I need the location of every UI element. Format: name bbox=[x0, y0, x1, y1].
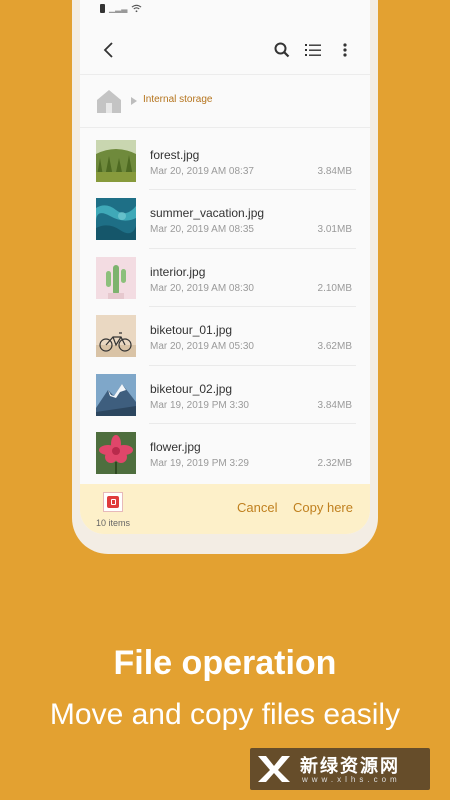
file-date: Mar 20, 2019 AM 05:30 bbox=[150, 341, 254, 353]
list-view-icon bbox=[305, 44, 321, 56]
file-size: 3.84MB bbox=[317, 399, 352, 411]
file-size: 2.10MB bbox=[317, 282, 352, 294]
file-name: biketour_01.jpg bbox=[150, 323, 233, 338]
clipboard-icon[interactable] bbox=[103, 492, 123, 512]
wifi-icon bbox=[132, 4, 142, 13]
file-row[interactable]: flower.jpg Mar 19, 2019 PM 3:29 2.32MB bbox=[80, 424, 370, 482]
more-options-button[interactable] bbox=[330, 28, 360, 72]
breadcrumb-internal-storage[interactable]: Internal storage bbox=[143, 94, 213, 105]
file-row[interactable]: summer_vacation.jpg Mar 20, 2019 AM 08:3… bbox=[80, 190, 370, 249]
watermark-logo bbox=[258, 756, 290, 782]
watermark: 新绿资源网 www.xlhs.com bbox=[250, 748, 430, 790]
search-icon bbox=[274, 42, 290, 58]
copy-here-button[interactable]: Copy here bbox=[293, 500, 353, 515]
bottom-action-bar: 10 items Cancel Copy here bbox=[80, 484, 370, 534]
cactus-thumbnail bbox=[96, 256, 136, 299]
arrow-left-icon bbox=[103, 42, 113, 58]
file-row[interactable]: interior.jpg Mar 20, 2019 AM 08:30 2.10M… bbox=[80, 249, 370, 308]
file-name: interior.jpg bbox=[150, 264, 206, 279]
file-size: 3.62MB bbox=[317, 341, 352, 353]
back-button[interactable] bbox=[94, 28, 124, 72]
toolbar bbox=[80, 28, 370, 72]
file-row[interactable]: forest.jpg Mar 20, 2019 AM 08:37 3.84MB bbox=[80, 132, 370, 191]
breadcrumb: Internal storage bbox=[80, 74, 370, 128]
bicycle-thumbnail bbox=[96, 315, 136, 358]
file-list: forest.jpg Mar 20, 2019 AM 08:37 3.84MB … bbox=[80, 132, 370, 482]
signal-icon: ▁▂▃ bbox=[109, 4, 128, 13]
breadcrumb-separator-icon bbox=[131, 97, 137, 105]
file-name: summer_vacation.jpg bbox=[150, 206, 265, 221]
items-count: 10 items bbox=[96, 518, 131, 528]
file-date: Mar 19, 2019 PM 3:29 bbox=[150, 457, 249, 469]
phone-screen: ▁▂▃ Internal storage forest.jpg Mar 20, … bbox=[80, 0, 370, 534]
watermark-url: www.xlhs.com bbox=[302, 775, 401, 784]
status-bar: ▁▂▃ bbox=[80, 0, 370, 22]
promo-title: File operation bbox=[113, 644, 337, 682]
file-name: forest.jpg bbox=[150, 148, 200, 162]
file-name: flower.jpg bbox=[150, 439, 201, 454]
file-row[interactable]: biketour_01.jpg Mar 20, 2019 AM 05:30 3.… bbox=[80, 307, 370, 366]
more-vertical-icon bbox=[343, 43, 347, 57]
file-size: 3.01MB bbox=[317, 224, 352, 236]
flower-thumbnail bbox=[96, 431, 136, 474]
file-date: Mar 20, 2019 AM 08:30 bbox=[150, 282, 254, 294]
promo-subtitle: Move and copy files easily bbox=[49, 698, 401, 731]
battery-icon bbox=[100, 4, 105, 13]
file-date: Mar 20, 2019 AM 08:37 bbox=[150, 166, 254, 177]
file-date: Mar 20, 2019 AM 08:35 bbox=[150, 224, 254, 236]
file-size: 3.84MB bbox=[317, 166, 352, 177]
file-size: 2.32MB bbox=[317, 457, 352, 469]
search-button[interactable] bbox=[267, 28, 297, 72]
forest-thumbnail bbox=[96, 140, 136, 182]
home-icon[interactable] bbox=[95, 88, 123, 114]
file-row[interactable]: biketour_02.jpg Mar 19, 2019 PM 3:30 3.8… bbox=[80, 366, 370, 424]
file-date: Mar 19, 2019 PM 3:30 bbox=[150, 399, 249, 411]
view-mode-button[interactable] bbox=[298, 28, 328, 72]
file-name: biketour_02.jpg bbox=[150, 381, 233, 396]
cancel-button[interactable]: Cancel bbox=[237, 500, 277, 515]
ocean-thumbnail bbox=[96, 198, 136, 241]
mountain-thumbnail bbox=[96, 373, 136, 416]
